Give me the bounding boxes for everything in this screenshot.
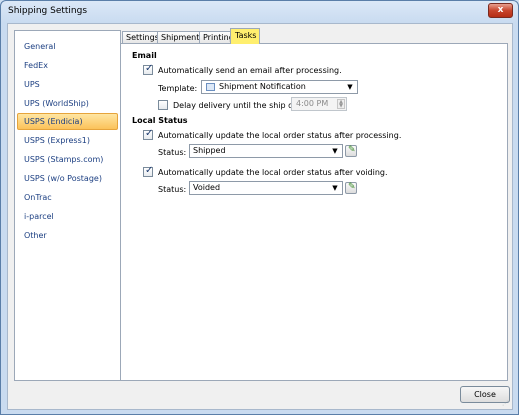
delay-delivery-checkbox[interactable] xyxy=(158,100,168,110)
processing-status-label: Status: xyxy=(158,148,187,157)
tasks-panel: Email ✓ Automatically send an email afte… xyxy=(120,43,508,381)
voiding-status-value: Voided xyxy=(193,183,221,192)
auto-send-email-label: Automatically send an email after proces… xyxy=(158,66,342,75)
nav-item-iparcel[interactable]: i-parcel xyxy=(17,208,118,225)
voiding-status-dropdown[interactable]: Voided ▼ xyxy=(189,181,343,195)
auto-send-email-checkbox[interactable]: ✓ xyxy=(143,63,154,75)
template-dropdown[interactable]: Shipment Notification ▼ xyxy=(201,80,358,94)
edit-processing-status-button[interactable]: ✎ xyxy=(345,145,357,157)
nav-item-usps-endicia[interactable]: USPS (Endicia) xyxy=(17,113,118,130)
window-close-button[interactable]: x xyxy=(488,3,513,18)
tab-tasks[interactable]: Tasks xyxy=(230,28,261,44)
chevron-down-icon: ▼ xyxy=(347,83,353,91)
carrier-list: General FedEx UPS UPS (WorldShip) USPS (… xyxy=(14,30,121,381)
template-icon xyxy=(206,83,215,91)
update-status-processing-label: Automatically update the local order sta… xyxy=(158,131,402,140)
update-status-voiding-label: Automatically update the local order sta… xyxy=(158,168,388,177)
close-icon: x xyxy=(497,5,504,15)
nav-item-general[interactable]: General xyxy=(17,38,118,55)
nav-item-fedex[interactable]: FedEx xyxy=(17,57,118,74)
edit-voiding-status-button[interactable]: ✎ xyxy=(345,182,357,194)
check-icon: ✓ xyxy=(145,128,154,139)
nav-item-ontrac[interactable]: OnTrac xyxy=(17,189,118,206)
email-section-header: Email xyxy=(132,51,157,60)
nav-item-usps-stamps[interactable]: USPS (Stamps.com) xyxy=(17,151,118,168)
chevron-down-icon: ▼ xyxy=(332,147,338,155)
processing-status-dropdown[interactable]: Shipped ▼ xyxy=(189,144,343,158)
pencil-icon: ✎ xyxy=(348,182,356,192)
resize-grip-icon[interactable]: ⋰ xyxy=(502,400,510,408)
local-status-section-header: Local Status xyxy=(132,116,188,125)
voiding-status-label: Status: xyxy=(158,185,187,194)
check-icon: ✓ xyxy=(145,63,154,74)
check-icon: ✓ xyxy=(145,165,154,176)
processing-status-value: Shipped xyxy=(193,146,226,155)
title-bar[interactable]: Shipping Settings x xyxy=(1,1,518,23)
nav-item-other[interactable]: Other xyxy=(17,227,118,244)
template-value: Shipment Notification xyxy=(219,82,306,91)
chevron-down-icon: ▼ xyxy=(332,184,338,192)
update-status-voiding-checkbox[interactable]: ✓ xyxy=(143,165,154,177)
nav-item-ups-worldship[interactable]: UPS (WorldShip) xyxy=(17,95,118,112)
dialog-body: General FedEx UPS UPS (WorldShip) USPS (… xyxy=(7,23,513,410)
update-status-processing-checkbox[interactable]: ✓ xyxy=(143,128,154,140)
nav-item-usps-express1[interactable]: USPS (Express1) xyxy=(17,132,118,149)
shipping-settings-window: Shipping Settings x General FedEx UPS UP… xyxy=(0,0,519,415)
template-label: Template: xyxy=(158,84,198,93)
delay-time-value: 4:00 PM xyxy=(296,99,329,108)
window-title: Shipping Settings xyxy=(8,6,88,16)
time-spinner-icon[interactable]: ▲ ▼ xyxy=(337,99,345,109)
nav-item-usps-no-postage[interactable]: USPS (w/o Postage) xyxy=(17,170,118,187)
delay-time-input[interactable]: 4:00 PM ▲ ▼ xyxy=(291,97,347,111)
pencil-icon: ✎ xyxy=(348,145,356,155)
nav-item-ups[interactable]: UPS xyxy=(17,76,118,93)
